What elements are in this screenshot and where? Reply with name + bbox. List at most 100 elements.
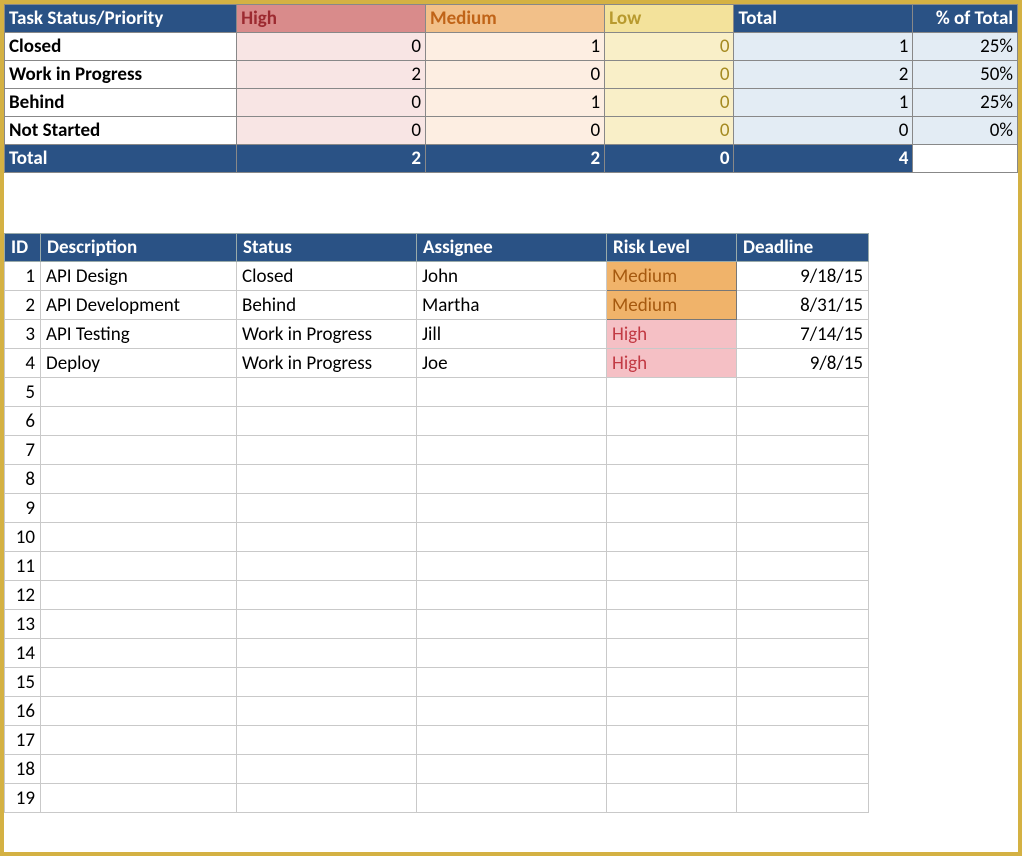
summary-row[interactable]: Work in Progress 2 0 0 2 50% <box>5 61 1018 89</box>
summary-row[interactable]: Closed 0 1 0 1 25% <box>5 33 1018 61</box>
task-row-empty[interactable]: 9 <box>5 494 869 523</box>
task-row-empty[interactable]: 5 <box>5 378 869 407</box>
task-cell[interactable] <box>417 378 607 407</box>
task-cell[interactable] <box>417 407 607 436</box>
task-cell-id[interactable]: 14 <box>5 639 41 668</box>
task-cell[interactable] <box>41 378 237 407</box>
task-row-empty[interactable]: 14 <box>5 639 869 668</box>
task-cell[interactable] <box>237 523 417 552</box>
task-cell[interactable] <box>237 581 417 610</box>
task-cell[interactable] <box>737 523 869 552</box>
task-cell-risk[interactable]: Medium <box>607 291 737 320</box>
summary-cell[interactable]: 1 <box>734 33 913 61</box>
task-cell-id[interactable]: 10 <box>5 523 41 552</box>
task-cell[interactable] <box>237 697 417 726</box>
task-row[interactable]: 2API DevelopmentBehindMarthaMedium8/31/1… <box>5 291 869 320</box>
task-cell[interactable] <box>237 726 417 755</box>
task-cell[interactable] <box>607 581 737 610</box>
task-cell[interactable] <box>417 639 607 668</box>
task-cell[interactable] <box>41 668 237 697</box>
task-cell-id[interactable]: 12 <box>5 581 41 610</box>
summary-cell[interactable]: 0 <box>605 33 734 61</box>
task-cell-status[interactable]: Closed <box>237 262 417 291</box>
task-cell[interactable] <box>607 726 737 755</box>
task-cell[interactable] <box>237 465 417 494</box>
task-cell-assignee[interactable]: Jill <box>417 320 607 349</box>
summary-cell[interactable]: 25% <box>913 33 1018 61</box>
task-row-empty[interactable]: 18 <box>5 755 869 784</box>
task-cell[interactable] <box>41 726 237 755</box>
task-cell[interactable] <box>737 378 869 407</box>
task-cell[interactable] <box>237 755 417 784</box>
summary-row[interactable]: Behind 0 1 0 1 25% <box>5 89 1018 117</box>
task-cell-id[interactable]: 15 <box>5 668 41 697</box>
task-cell[interactable] <box>737 726 869 755</box>
task-cell[interactable] <box>737 407 869 436</box>
task-cell[interactable] <box>417 523 607 552</box>
task-row-empty[interactable]: 8 <box>5 465 869 494</box>
task-row-empty[interactable]: 17 <box>5 726 869 755</box>
summary-cell[interactable]: 0 <box>237 117 426 145</box>
summary-cell[interactable]: 0 <box>605 61 734 89</box>
task-row-empty[interactable]: 16 <box>5 697 869 726</box>
task-cell[interactable] <box>607 552 737 581</box>
task-cell[interactable] <box>41 436 237 465</box>
task-cell[interactable] <box>41 610 237 639</box>
task-row-empty[interactable]: 19 <box>5 784 869 813</box>
task-cell[interactable] <box>41 697 237 726</box>
task-cell-desc[interactable]: API Testing <box>41 320 237 349</box>
task-cell[interactable] <box>607 465 737 494</box>
task-cell-assignee[interactable]: Martha <box>417 291 607 320</box>
summary-cell[interactable]: 0 <box>237 89 426 117</box>
task-cell[interactable] <box>737 697 869 726</box>
task-cell[interactable] <box>737 784 869 813</box>
task-cell[interactable] <box>737 668 869 697</box>
task-cell-deadline[interactable]: 9/18/15 <box>737 262 869 291</box>
task-cell-desc[interactable]: API Development <box>41 291 237 320</box>
task-cell-deadline[interactable]: 9/8/15 <box>737 349 869 378</box>
task-cell[interactable] <box>607 610 737 639</box>
task-row-empty[interactable]: 10 <box>5 523 869 552</box>
task-cell-status[interactable]: Work in Progress <box>237 320 417 349</box>
summary-cell[interactable]: 0 <box>237 33 426 61</box>
summary-cell[interactable]: 0 <box>734 117 913 145</box>
task-cell[interactable] <box>607 639 737 668</box>
task-cell[interactable] <box>237 407 417 436</box>
summary-cell[interactable]: 50% <box>913 61 1018 89</box>
task-cell[interactable] <box>237 552 417 581</box>
task-cell-deadline[interactable]: 7/14/15 <box>737 320 869 349</box>
task-cell[interactable] <box>417 552 607 581</box>
task-cell[interactable] <box>417 784 607 813</box>
task-cell[interactable] <box>41 784 237 813</box>
task-row-empty[interactable]: 11 <box>5 552 869 581</box>
task-cell[interactable] <box>737 755 869 784</box>
task-cell-assignee[interactable]: John <box>417 262 607 291</box>
task-cell-id[interactable]: 11 <box>5 552 41 581</box>
task-cell-id[interactable]: 6 <box>5 407 41 436</box>
task-cell-id[interactable]: 19 <box>5 784 41 813</box>
task-cell[interactable] <box>417 494 607 523</box>
summary-cell[interactable]: 2 <box>237 61 426 89</box>
task-row[interactable]: 4DeployWork in ProgressJoeHigh9/8/15 <box>5 349 869 378</box>
task-row-empty[interactable]: 7 <box>5 436 869 465</box>
summary-cell[interactable]: 0 <box>426 117 605 145</box>
task-cell[interactable] <box>737 581 869 610</box>
task-cell-assignee[interactable]: Joe <box>417 349 607 378</box>
task-cell[interactable] <box>41 465 237 494</box>
task-cell[interactable] <box>737 465 869 494</box>
task-cell-risk[interactable]: Medium <box>607 262 737 291</box>
task-cell[interactable] <box>41 552 237 581</box>
task-cell-id[interactable]: 5 <box>5 378 41 407</box>
summary-cell[interactable]: 0 <box>426 61 605 89</box>
task-cell[interactable] <box>607 697 737 726</box>
task-cell[interactable] <box>737 494 869 523</box>
task-cell[interactable] <box>607 668 737 697</box>
task-cell[interactable] <box>607 523 737 552</box>
task-cell[interactable] <box>417 755 607 784</box>
task-cell[interactable] <box>237 784 417 813</box>
task-cell[interactable] <box>737 436 869 465</box>
task-cell-id[interactable]: 4 <box>5 349 41 378</box>
summary-cell[interactable]: 0 <box>605 117 734 145</box>
task-cell[interactable] <box>41 407 237 436</box>
task-cell[interactable] <box>607 494 737 523</box>
